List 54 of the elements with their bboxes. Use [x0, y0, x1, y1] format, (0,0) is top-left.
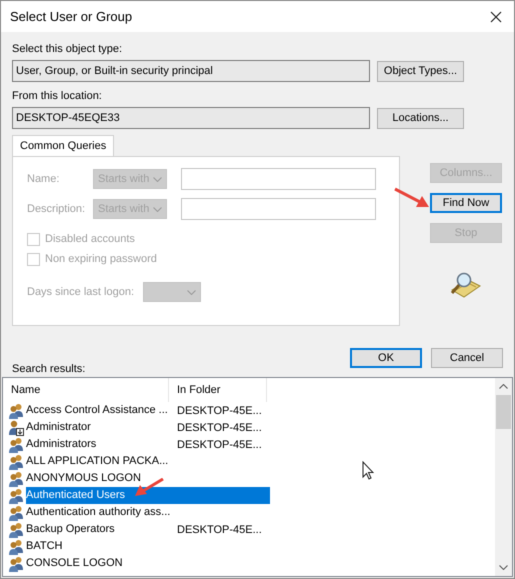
group-icon — [8, 470, 24, 486]
result-folder: DESKTOP-45E... — [176, 422, 262, 434]
side-button[interactable]: Find Now — [430, 193, 502, 213]
query-tab[interactable]: Common Queries — [12, 135, 114, 156]
chevron-icon — [187, 290, 196, 294]
result-name[interactable]: Authenticated Users — [26, 487, 270, 504]
result-name[interactable]: Authentication authority ass... — [26, 504, 174, 521]
chevron-icon — [153, 206, 162, 212]
object-type-field: User, Group, or Built-in security principal — [12, 60, 370, 82]
magnifier-folder-icon — [448, 272, 482, 298]
group-icon — [8, 402, 24, 418]
scroll-down-icon[interactable] — [499, 565, 508, 570]
mouse-cursor-icon — [362, 461, 374, 480]
scroll-thumb[interactable] — [496, 395, 511, 429]
group-icon — [8, 488, 24, 504]
checkbox-label: Non expiring password — [45, 253, 157, 265]
group-icon — [8, 538, 24, 554]
dialog-button[interactable]: Cancel — [431, 348, 503, 368]
result-name[interactable]: ALL APPLICATION PACKA... — [26, 453, 174, 470]
group-icon — [8, 454, 24, 470]
annotation-arrow — [394, 187, 430, 209]
result-name[interactable]: CONSOLE LOGON — [26, 555, 174, 572]
result-name[interactable]: Access Control Assistance ... — [26, 402, 174, 419]
result-name[interactable]: ANONYMOUS LOGON — [26, 470, 174, 487]
group-icon — [8, 556, 24, 572]
window-title: Select User or Group — [10, 9, 132, 24]
result-folder: DESKTOP-45E... — [176, 404, 262, 416]
scrollbar[interactable] — [495, 378, 512, 576]
search-results-label: Search results: — [12, 362, 86, 376]
scroll-up-icon[interactable] — [499, 384, 508, 389]
days-label: Days since last logon: — [27, 286, 134, 298]
location-label: From this location: — [12, 89, 103, 103]
close-icon[interactable] — [490, 10, 502, 22]
chevron-icon — [153, 176, 162, 182]
result-name[interactable]: Administrators — [26, 436, 174, 453]
column-header[interactable]: Name — [3, 378, 169, 402]
group-icon — [8, 504, 24, 520]
group-icon — [8, 522, 24, 538]
group-icon — [8, 436, 24, 452]
user-icon — [8, 420, 24, 436]
column-header[interactable]: In Folder — [169, 378, 267, 402]
checkbox-label: Disabled accounts — [45, 233, 135, 245]
result-name[interactable]: Backup Operators — [26, 521, 174, 538]
field-label: Description: — [27, 203, 86, 215]
location-field: DESKTOP-45EQE33 — [12, 107, 370, 129]
locations-button[interactable]: Locations... — [377, 108, 464, 128]
object-type-label: Select this object type: — [12, 42, 124, 56]
result-name[interactable]: BATCH — [26, 538, 174, 555]
field-label: Name: — [27, 173, 60, 185]
result-folder: DESKTOP-45E... — [176, 438, 262, 450]
object-types-button[interactable]: Object Types... — [377, 60, 464, 82]
result-name[interactable]: Administrator — [26, 419, 174, 436]
result-folder: DESKTOP-45E... — [176, 524, 262, 536]
dialog-button[interactable]: OK — [350, 348, 422, 368]
